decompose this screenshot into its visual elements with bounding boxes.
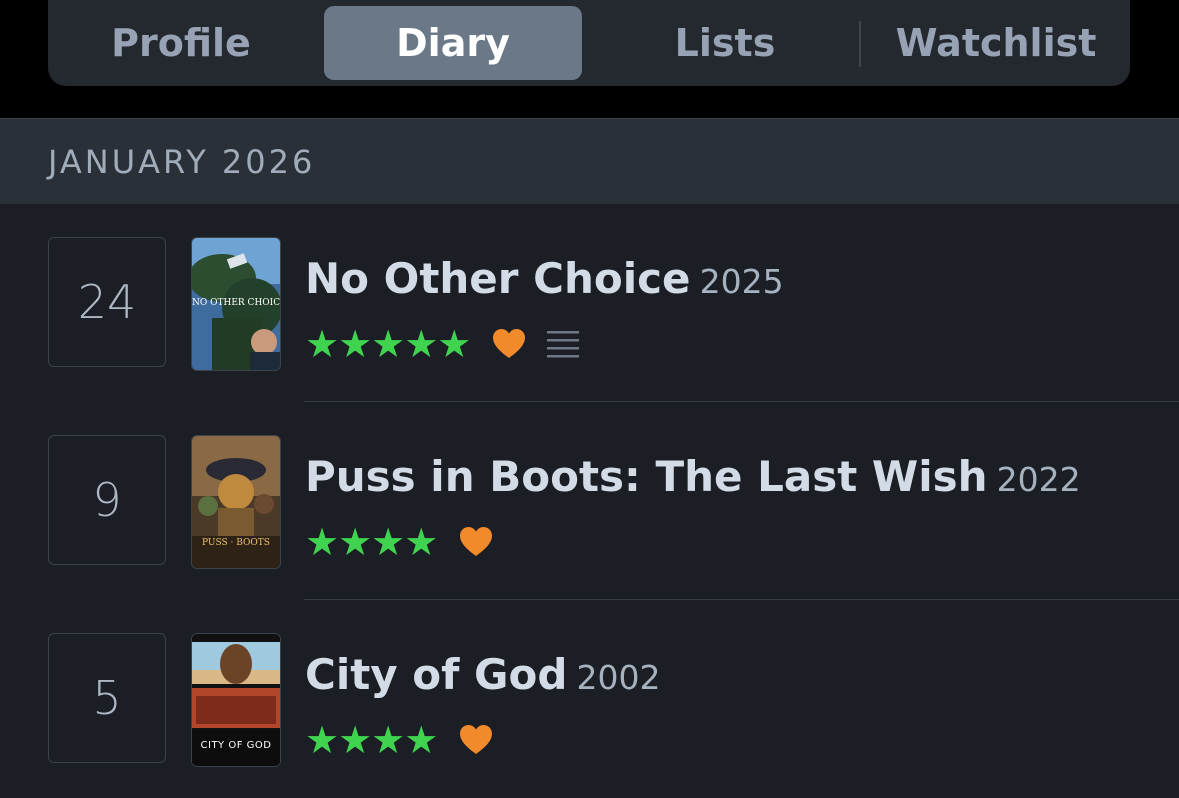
diary-entry[interactable]: 24 NO OTHER CHOICE No Other Choice 2025 … xyxy=(0,204,1179,402)
profile-tab-bar: Profile Diary Lists Watchlist xyxy=(48,0,1130,86)
tab-divider xyxy=(859,21,861,67)
star-rating: ★★★★ xyxy=(305,718,438,762)
poster-no-other-choice[interactable]: NO OTHER CHOICE xyxy=(191,237,281,371)
film-year: 2025 xyxy=(699,262,784,301)
poster-puss-in-boots[interactable]: PUSS · BOOTS xyxy=(191,435,281,569)
film-title[interactable]: Puss in Boots: The Last Wish xyxy=(305,452,988,501)
poster-image xyxy=(192,436,280,568)
film-title[interactable]: City of God xyxy=(305,650,567,699)
review-text-icon xyxy=(547,331,580,358)
month-section-header: JANUARY 2026 xyxy=(0,118,1179,204)
poster-title-text: NO OTHER CHOICE xyxy=(192,298,280,308)
entry-meta: ★★★★ xyxy=(305,718,493,762)
entry-title-line: City of God 2002 xyxy=(305,650,661,699)
star-rating: ★★★★★ xyxy=(305,322,471,366)
star-rating: ★★★★ xyxy=(305,520,438,564)
entry-day: 5 xyxy=(48,633,166,763)
heart-icon xyxy=(460,527,493,556)
poster-title-text: CITY OF GOD xyxy=(200,740,272,751)
film-year: 2002 xyxy=(576,658,661,697)
tab-profile[interactable]: Profile xyxy=(66,6,296,80)
entry-title-line: Puss in Boots: The Last Wish 2022 xyxy=(305,452,1081,501)
tab-diary[interactable]: Diary xyxy=(324,6,582,80)
entry-meta: ★★★★★ xyxy=(305,322,580,366)
top-bar: Profile Diary Lists Watchlist xyxy=(0,0,1179,118)
film-title[interactable]: No Other Choice xyxy=(305,254,691,303)
film-year: 2022 xyxy=(996,460,1081,499)
heart-icon xyxy=(460,725,493,754)
tab-watchlist[interactable]: Watchlist xyxy=(874,6,1118,80)
entry-meta: ★★★★ xyxy=(305,520,493,564)
diary-entry[interactable]: 5 CITY OF GOD City of God 2002 ★★★★ xyxy=(0,600,1179,798)
poster-title-text: PUSS · BOOTS xyxy=(202,538,270,548)
diary-entry[interactable]: 9 PUSS · BOOTS Puss in Boots: The Last W… xyxy=(0,402,1179,600)
heart-icon xyxy=(493,329,526,358)
entry-day: 9 xyxy=(48,435,166,565)
entry-title-line: No Other Choice 2025 xyxy=(305,254,784,303)
month-label: JANUARY 2026 xyxy=(48,143,316,181)
poster-city-of-god[interactable]: CITY OF GOD xyxy=(191,633,281,767)
tab-lists[interactable]: Lists xyxy=(610,6,840,80)
entry-day: 24 xyxy=(48,237,166,367)
